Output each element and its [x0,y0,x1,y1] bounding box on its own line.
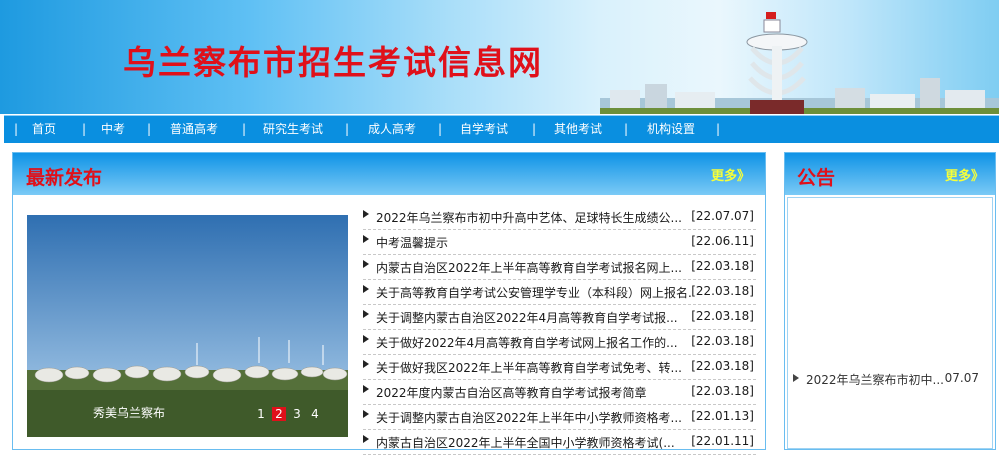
site-title: 乌兰察布市招生考试信息网 [123,43,543,82]
arrow-icon [363,435,369,443]
news-item[interactable]: 关于调整内蒙古自治区2022年上半年中小学教师资格考... [22.01.13] [363,405,756,430]
slider-caption: 秀美乌兰察布 [93,406,166,420]
nav-separator: | [14,122,19,136]
nav-graduate-exam[interactable]: 研究生考试 [263,116,323,143]
arrow-icon [363,310,369,318]
news-title[interactable]: 2022年乌兰察布市初中升高中艺体、足球特长生成绩公... [376,209,691,226]
nav-zhongkao[interactable]: 中考 [101,116,125,143]
news-title[interactable]: 关于高等教育自学考试公安管理学专业（本科段）网上报名... [376,284,691,301]
slider-page-button[interactable]: 4 [308,407,322,421]
nav-separator: | [82,122,87,136]
nav-other-exams[interactable]: 其他考试 [554,116,602,143]
news-date: [22.03.18] [691,384,754,398]
news-date: [22.03.18] [691,334,754,348]
news-date: [22.03.18] [691,359,754,373]
nav-self-study-exam[interactable]: 自学考试 [460,116,508,143]
news-title[interactable]: 关于调整内蒙古自治区2022年4月高等教育自学考试报... [376,309,691,326]
nav-separator: | [242,122,247,136]
arrow-icon [363,385,369,393]
arrow-icon [363,335,369,343]
news-title[interactable]: 中考温馨提示 [376,234,691,251]
nav-separator: | [147,122,152,136]
nav-home[interactable]: 首页 [32,116,56,143]
nav-separator: | [345,122,350,136]
latest-more-link[interactable]: 更多》 [711,165,750,184]
notice-more-link[interactable]: 更多》 [945,165,984,184]
header-banner: 乌兰察布市招生考试信息网 [0,0,999,114]
nav-gaokao[interactable]: 普通高考 [170,116,218,143]
photo-slider[interactable]: 秀美乌兰察布 1 2 3 4 [27,215,348,437]
news-date: [22.03.18] [691,259,754,273]
notice-panel-title: 公告 [797,167,836,189]
news-date: [22.03.18] [691,284,754,298]
news-item[interactable]: 2022年乌兰察布市初中升高中艺体、足球特长生成绩公... [22.07.07] [363,205,756,230]
news-date: [22.03.18] [691,309,754,323]
slider-page-button[interactable]: 1 [254,407,268,421]
news-title[interactable]: 2022年度内蒙古自治区高等教育自学考试报考简章 [376,384,691,401]
monument-image [746,12,808,114]
yurt-camp-image [27,215,348,437]
nav-organization[interactable]: 机构设置 [647,116,695,143]
news-item[interactable]: 内蒙古自治区2022年上半年全国中小学教师资格考试(... [22.01.11] [363,430,756,455]
news-title[interactable]: 关于做好2022年4月高等教育自学考试网上报名工作的... [376,334,691,351]
news-date: [22.01.13] [691,409,754,423]
arrow-icon [793,374,799,382]
notice-panel: 公告 更多》 2022年乌兰察布市初中... 07.07 [784,152,996,450]
news-date: [22.01.11] [691,434,754,448]
news-date: [22.06.11] [691,234,754,248]
notice-panel-header: 公告 更多》 [785,153,995,195]
slider-page-button[interactable]: 3 [290,407,304,421]
notice-date: 07.07 [944,371,979,385]
arrow-icon [363,360,369,368]
news-item[interactable]: 关于调整内蒙古自治区2022年4月高等教育自学考试报... [22.03.18] [363,305,756,330]
latest-panel-header: 最新发布 更多》 [13,153,765,195]
news-date: [22.07.07] [691,209,754,223]
nav-adult-exam[interactable]: 成人高考 [368,116,416,143]
latest-panel: 最新发布 更多》 秀美乌兰察布 1 2 3 4 2022年乌兰察布市初中升高中艺… [12,152,766,455]
notice-title[interactable]: 2022年乌兰察布市初中... [806,371,944,388]
arrow-icon [363,285,369,293]
arrow-icon [363,410,369,418]
news-item[interactable]: 关于做好2022年4月高等教育自学考试网上报名工作的... [22.03.18] [363,330,756,355]
news-item[interactable]: 关于做好我区2022年上半年高等教育自学考试免考、转... [22.03.18] [363,355,756,380]
news-item[interactable]: 内蒙古自治区2022年上半年高等教育自学考试报名网上... [22.03.18] [363,255,756,280]
news-title[interactable]: 关于调整内蒙古自治区2022年上半年中小学教师资格考... [376,409,691,426]
notice-scroll-area [787,197,993,449]
arrow-icon [363,235,369,243]
main-nav: | 首页 | 中考 | 普通高考 | 研究生考试 | 成人高考 | 自学考试 |… [4,115,999,143]
news-item[interactable]: 关于高等教育自学考试公安管理学专业（本科段）网上报名... [22.03.18] [363,280,756,305]
news-list: 2022年乌兰察布市初中升高中艺体、足球特长生成绩公... [22.07.07] … [363,205,756,455]
news-title[interactable]: 关于做好我区2022年上半年高等教育自学考试免考、转... [376,359,691,376]
arrow-icon [363,260,369,268]
latest-panel-title: 最新发布 [26,167,103,189]
nav-separator: | [624,122,629,136]
slider-pager: 1 2 3 4 [254,407,322,421]
nav-separator: | [716,122,721,136]
nav-separator: | [438,122,443,136]
news-title[interactable]: 内蒙古自治区2022年上半年全国中小学教师资格考试(... [376,434,691,451]
news-item[interactable]: 中考温馨提示 [22.06.11] [363,230,756,255]
nav-separator: | [532,122,537,136]
arrow-icon [363,210,369,218]
news-title[interactable]: 内蒙古自治区2022年上半年高等教育自学考试报名网上... [376,259,691,276]
news-item[interactable]: 2022年度内蒙古自治区高等教育自学考试报考简章 [22.03.18] [363,380,756,405]
slider-page-button-active[interactable]: 2 [272,407,286,421]
